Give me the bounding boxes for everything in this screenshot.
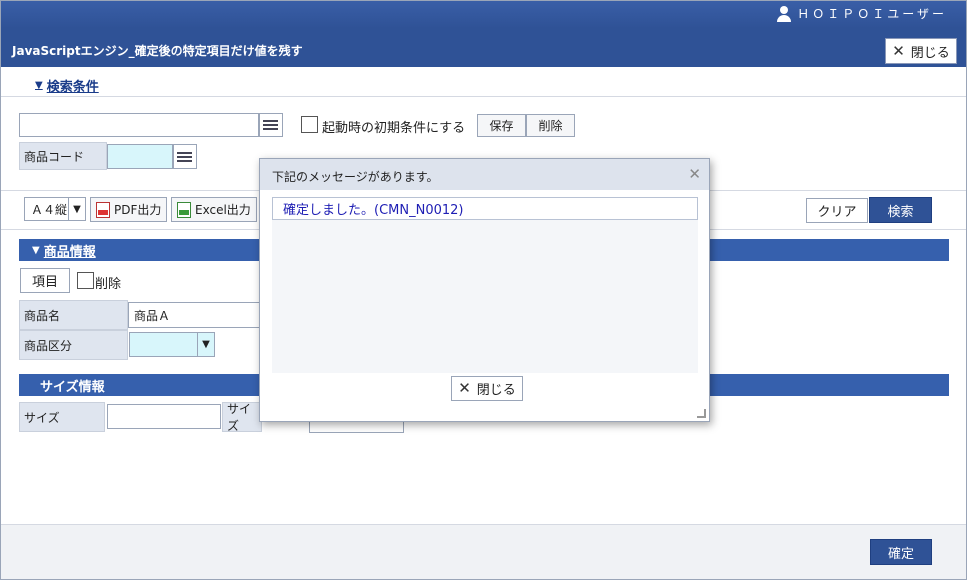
- dialog-close-label: 閉じる: [476, 383, 516, 398]
- message-list: 確定しました。(CMN_N0012): [272, 197, 698, 373]
- triangle-down-icon: ▼: [32, 244, 40, 256]
- dialog-title: 下記のメッセージがあります。: [272, 170, 439, 184]
- list-icon: [177, 151, 192, 162]
- delete-condition-button[interactable]: 削除: [526, 114, 575, 137]
- close-icon: ✕: [458, 379, 471, 397]
- search-button[interactable]: 検索: [869, 197, 932, 223]
- dialog-close-button[interactable]: ✕ 閉じる: [451, 376, 523, 401]
- item-button[interactable]: 項目: [20, 268, 70, 293]
- product-category-label: 商品区分: [19, 330, 128, 360]
- product-name-label: 商品名: [19, 300, 128, 330]
- product-name-input[interactable]: 商品Ａ: [128, 302, 260, 328]
- condition-list-button[interactable]: [259, 113, 283, 137]
- saved-condition-input[interactable]: [19, 113, 259, 137]
- page-title: JavaScriptエンジン_確定後の特定項目だけ値を残す: [12, 44, 303, 58]
- confirm-button[interactable]: 確定: [870, 539, 932, 565]
- close-page-button[interactable]: ✕ 閉じる: [885, 38, 957, 64]
- top-bar: ＨＯＩＰＯＩユーザー: [0, 0, 967, 28]
- paper-size-value: Ａ４縦: [31, 202, 68, 217]
- product-code-label: 商品コード: [19, 142, 107, 170]
- triangle-down-icon: ▼: [35, 80, 43, 91]
- excel-export-button[interactable]: Excel出力: [171, 197, 257, 222]
- list-icon: [263, 120, 278, 130]
- size-input[interactable]: [107, 404, 221, 429]
- size-label-2: サイズ: [222, 402, 262, 433]
- pdf-icon: [96, 201, 110, 218]
- chevron-down-icon: ▼: [197, 333, 214, 356]
- pdf-export-button[interactable]: PDF出力: [90, 197, 168, 222]
- size-label: サイズ: [19, 402, 105, 432]
- message-dialog: 下記のメッセージがあります。 ✕ 確定しました。(CMN_N0012) ✕ 閉じ…: [259, 158, 710, 422]
- excel-icon: [177, 201, 191, 218]
- product-code-list-button[interactable]: [173, 144, 197, 169]
- dialog-header[interactable]: 下記のメッセージがあります。 ✕: [260, 159, 709, 190]
- footer: [0, 525, 967, 580]
- excel-export-label: Excel出力: [195, 203, 251, 217]
- message-item: 確定しました。(CMN_N0012): [272, 197, 698, 220]
- chevron-down-icon: ▼: [68, 198, 85, 220]
- product-info-title: 商品情報: [43, 244, 96, 260]
- close-page-label: 閉じる: [910, 45, 950, 61]
- resize-grip-icon[interactable]: [697, 409, 706, 418]
- delete-checkbox-label: 削除: [95, 277, 122, 292]
- product-code-input[interactable]: [107, 144, 173, 169]
- pdf-export-label: PDF出力: [114, 203, 162, 217]
- user-menu[interactable]: ＨＯＩＰＯＩユーザー: [777, 5, 947, 22]
- dialog-close-icon[interactable]: ✕: [688, 165, 701, 183]
- search-conditions-label: 検索条件: [46, 80, 99, 95]
- user-name: ＨＯＩＰＯＩユーザー: [797, 7, 947, 21]
- divider: [0, 96, 967, 97]
- save-condition-button[interactable]: 保存: [477, 114, 526, 137]
- startup-condition-label: 起動時の初期条件にする: [322, 121, 466, 136]
- close-icon: ✕: [892, 41, 905, 60]
- paper-size-select[interactable]: Ａ４縦 ▼: [24, 197, 86, 221]
- product-category-select[interactable]: ▼: [129, 332, 215, 357]
- startup-condition-checkbox[interactable]: [301, 116, 318, 133]
- search-conditions-toggle[interactable]: ▼ 検索条件: [35, 76, 99, 95]
- user-icon: [777, 5, 792, 22]
- delete-checkbox[interactable]: [77, 272, 94, 289]
- title-bar: JavaScriptエンジン_確定後の特定項目だけ値を残す ✕ 閉じる: [0, 28, 967, 67]
- clear-button[interactable]: クリア: [806, 198, 868, 223]
